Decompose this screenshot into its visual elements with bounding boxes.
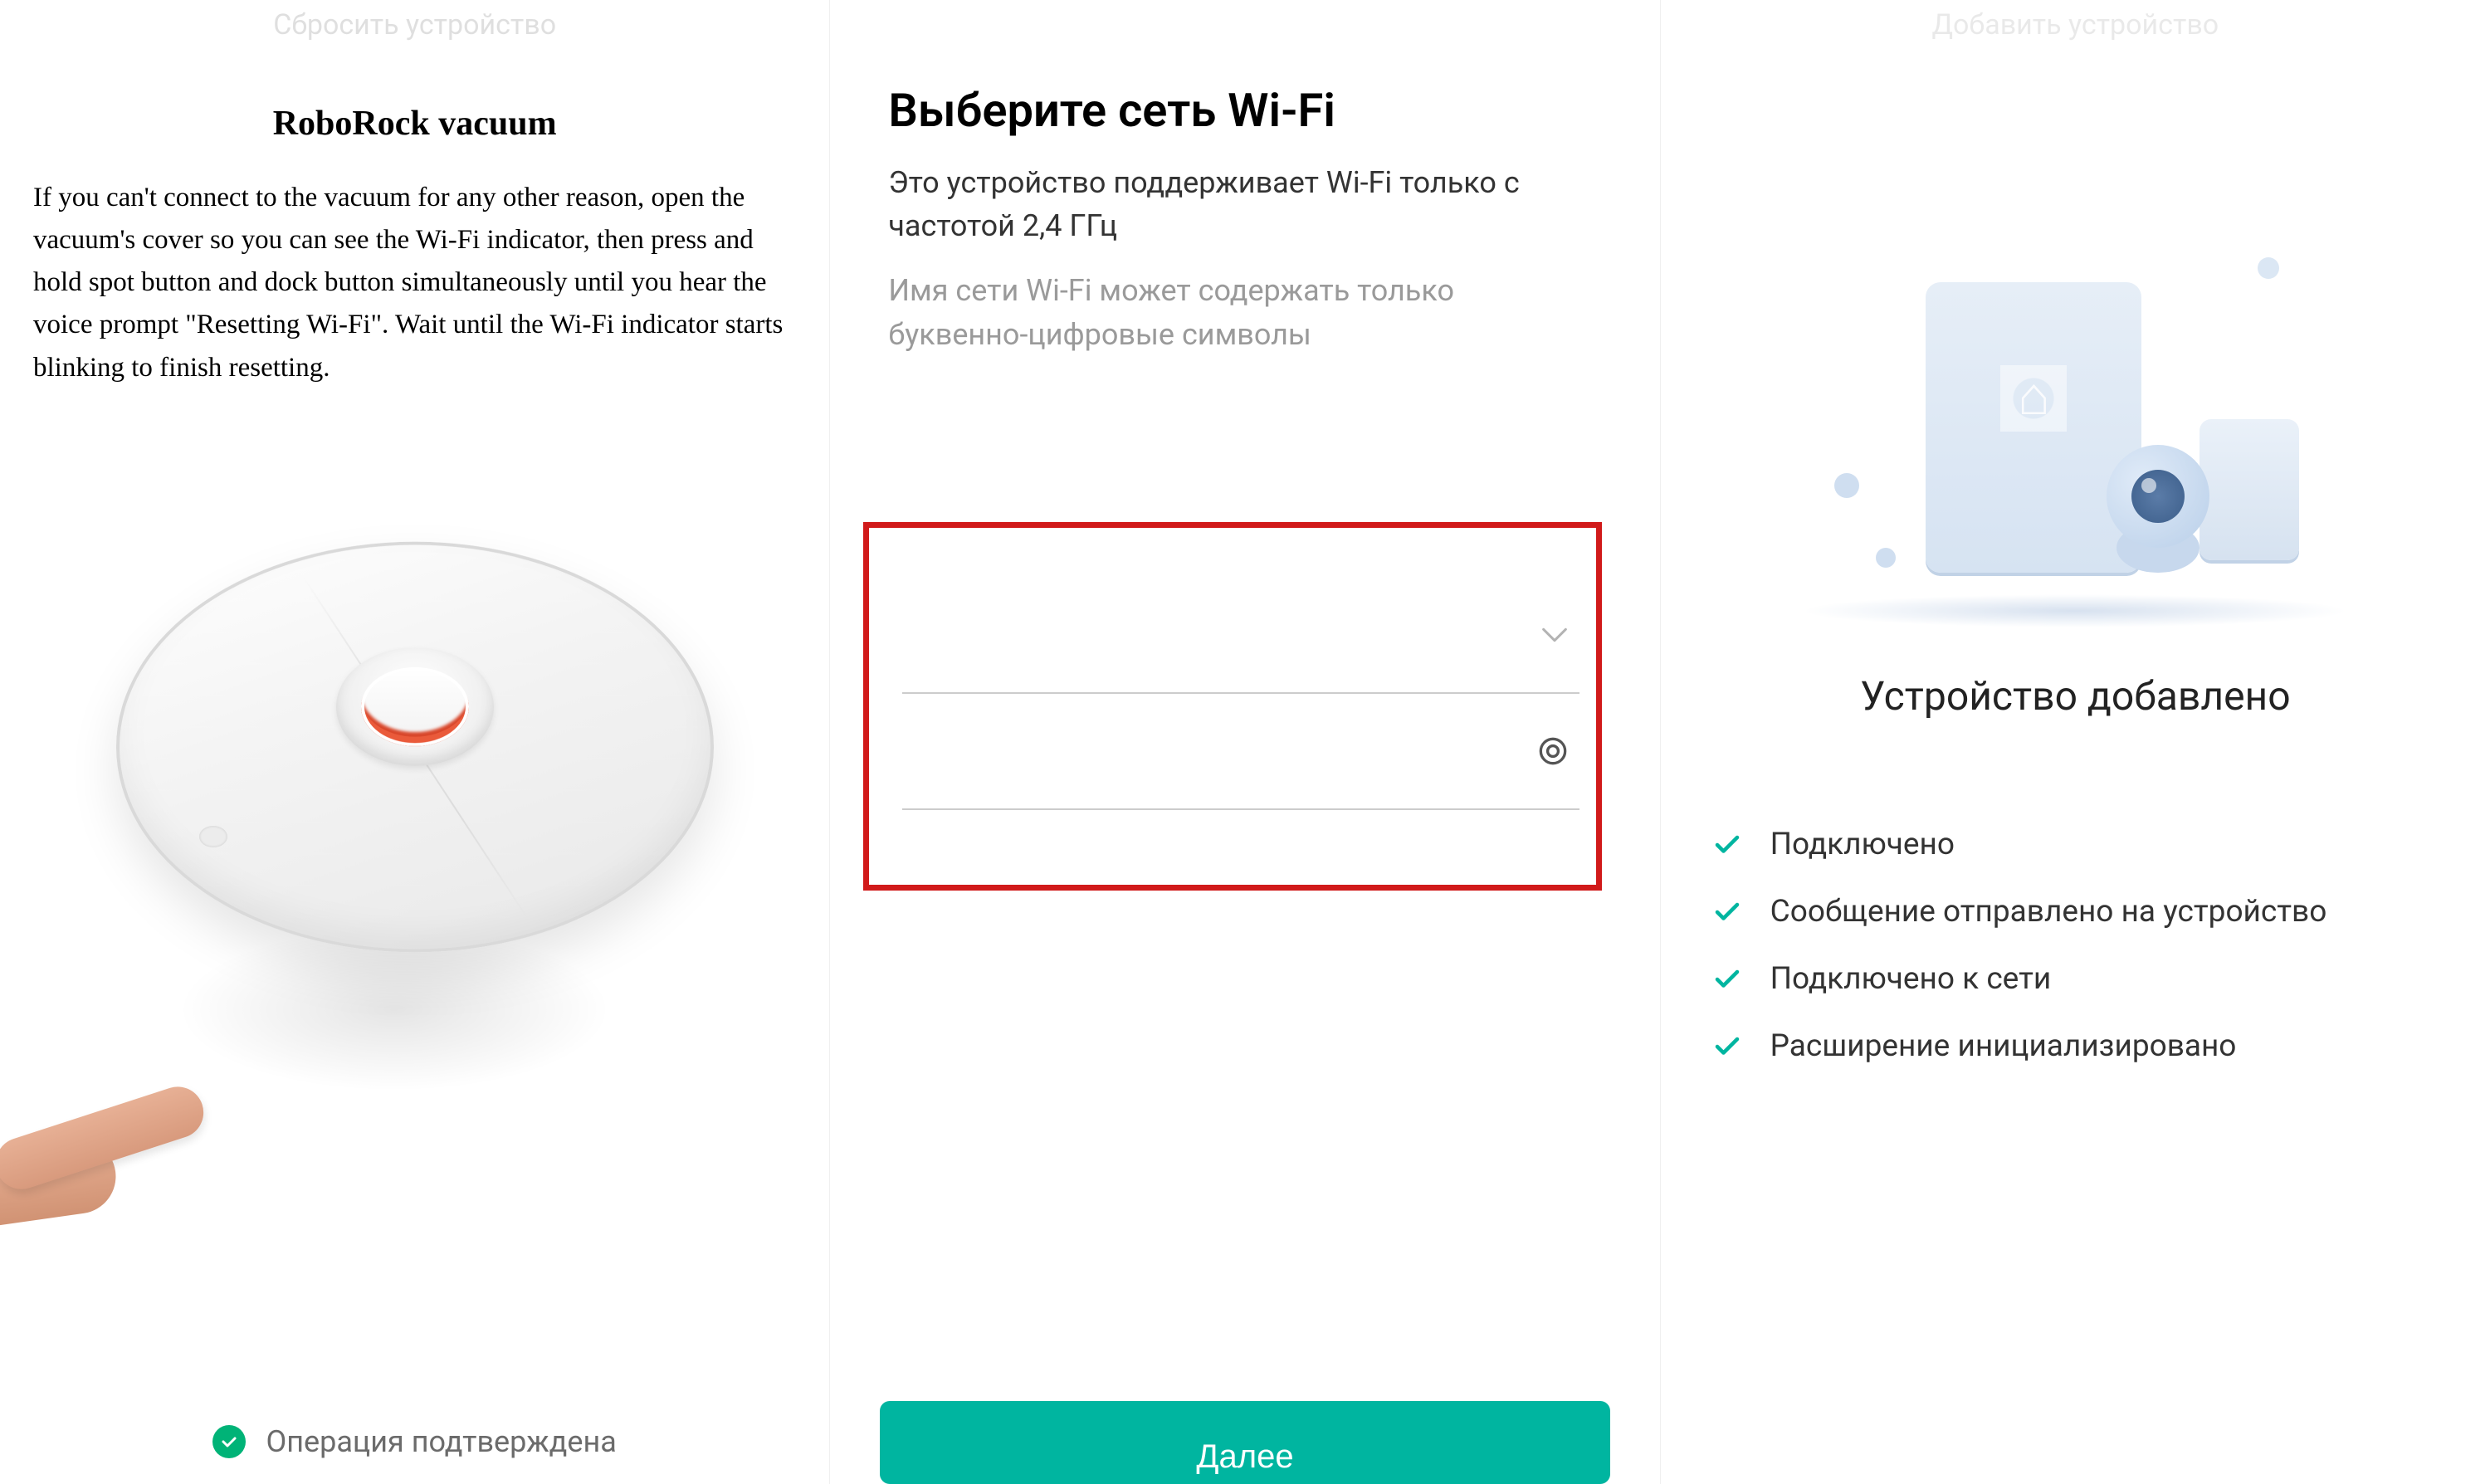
status-label: Подключено к сети	[1770, 961, 2052, 997]
status-item: Подключено к сети	[1712, 945, 2457, 1013]
camera-icon	[2092, 398, 2224, 573]
wifi-ssid-input[interactable]	[902, 619, 1537, 650]
check-icon	[1712, 1032, 1742, 1062]
eye-icon[interactable]	[1535, 733, 1571, 769]
device-added-title: Устройство добавлено	[1694, 672, 2457, 720]
panel3-header: Добавить устройство	[1694, 8, 2457, 41]
status-label: Подключено	[1770, 827, 1955, 862]
status-item: Расширение инициализировано	[1712, 1013, 2457, 1080]
hand-illustration	[0, 1013, 216, 1245]
wifi-title: Выберите сеть Wi-Fi	[888, 83, 1626, 138]
operation-confirmed-row: Операция подтверждена	[0, 1424, 829, 1459]
status-list: Подключено Сообщение отправлено на устро…	[1712, 811, 2457, 1080]
devices-illustration: ⌂	[1818, 257, 2332, 622]
wifi-subtitle-1: Это устройство поддерживает Wi-Fi только…	[888, 161, 1527, 247]
panel1-body: If you can't connect to the vacuum for a…	[33, 177, 796, 389]
status-item: Подключено	[1712, 811, 2457, 878]
wifi-ssid-row[interactable]	[902, 578, 1579, 694]
device-added-panel: Добавить устройство ⌂ Устройство добавле…	[1661, 0, 2490, 1484]
check-icon	[1712, 830, 1742, 860]
wifi-subtitle-2: Имя сети Wi-Fi может содержать только бу…	[888, 269, 1585, 355]
operation-confirmed-label: Операция подтверждена	[266, 1424, 616, 1459]
wifi-select-panel: Выберите сеть Wi-Fi Это устройство подде…	[830, 0, 1660, 1484]
next-button-label: Далее	[1196, 1438, 1293, 1476]
check-circle-icon	[212, 1425, 246, 1458]
check-icon	[1712, 964, 1742, 994]
status-label: Расширение инициализировано	[1770, 1028, 2237, 1064]
wifi-password-row[interactable]	[902, 694, 1579, 810]
chevron-down-icon[interactable]	[1538, 618, 1571, 652]
check-icon	[1712, 897, 1742, 927]
reset-device-panel: Сбросить устройство RoboRock vacuum If y…	[0, 0, 830, 1484]
panel1-header: Сбросить устройство	[33, 8, 796, 41]
wifi-password-input[interactable]	[902, 735, 1534, 766]
next-button[interactable]: Далее	[880, 1401, 1609, 1484]
vacuum-body	[116, 542, 714, 953]
status-item: Сообщение отправлено на устройство	[1712, 878, 2457, 945]
status-label: Сообщение отправлено на устройство	[1770, 894, 2327, 930]
wifi-form-highlight-box	[863, 522, 1601, 891]
panel1-title: RoboRock vacuum	[33, 104, 796, 144]
vacuum-image	[0, 481, 822, 1096]
